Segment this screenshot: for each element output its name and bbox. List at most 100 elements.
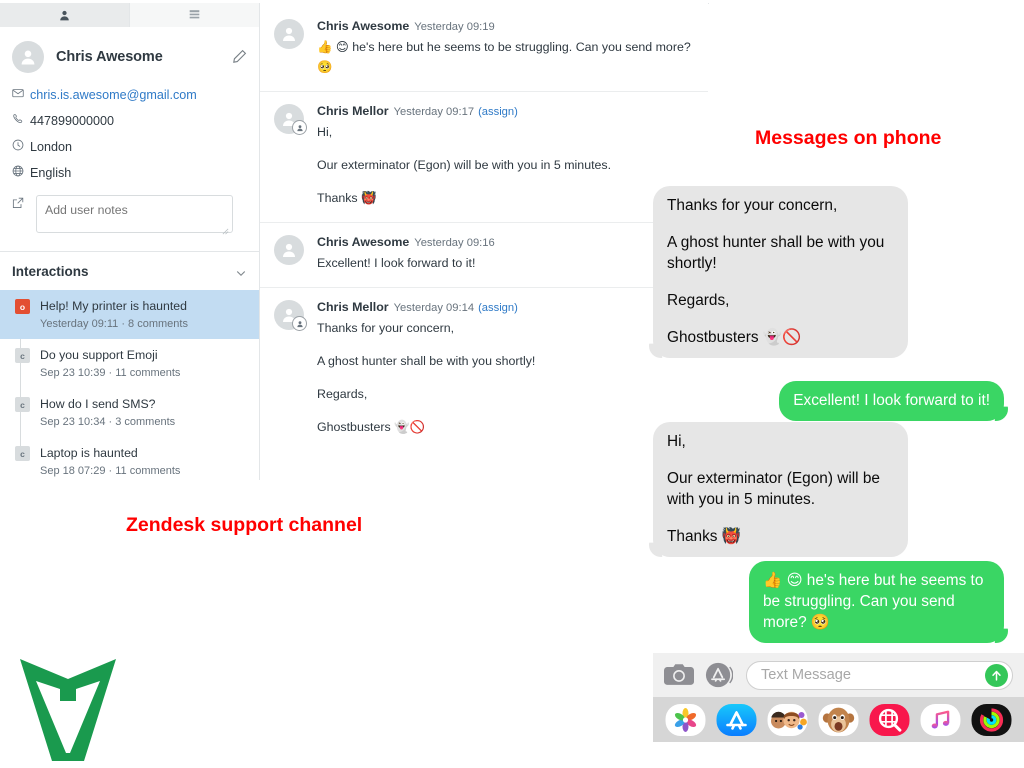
- external-link-icon: [12, 195, 30, 209]
- language-value: English: [30, 166, 72, 180]
- message: Chris Mellor Yesterday 09:14 (assign) Thank…: [260, 288, 708, 451]
- message-body: Chris Awesome Yesterday 09:19 👍 😊 he's her…: [317, 19, 694, 77]
- status-badge: o: [15, 299, 30, 314]
- message-author: Chris Mellor: [317, 300, 389, 314]
- photos-app-icon[interactable]: [663, 703, 708, 736]
- interactions-title: Interactions: [12, 264, 89, 279]
- music-app-icon[interactable]: [918, 703, 963, 736]
- interaction-meta: Sep 23 10:39 · 11 comments: [40, 367, 181, 379]
- user-field-phone: 447899000000: [0, 109, 259, 135]
- message-text-field[interactable]: Text Message: [746, 660, 1013, 690]
- user-sidebar: Chris Awesome chris.is.awesome@gmail.com…: [0, 27, 260, 480]
- bubble-line: Thanks 👹: [667, 528, 741, 545]
- pencil-icon[interactable]: [231, 49, 247, 65]
- memoji-app-icon[interactable]: [765, 703, 810, 736]
- outgoing-message-bubble[interactable]: Excellent! I look forward to it!: [779, 381, 1008, 421]
- email-value[interactable]: chris.is.awesome@gmail.com: [30, 85, 197, 106]
- envelope-icon: [12, 85, 30, 99]
- interaction-meta: Yesterday 09:11 · 8 comments: [40, 318, 188, 330]
- user-field-language: English: [0, 161, 259, 187]
- interaction-title: Laptop is haunted: [40, 446, 138, 460]
- message-placeholder: Text Message: [761, 667, 852, 683]
- message-timestamp: Yesterday 09:16: [414, 237, 495, 249]
- chevron-down-icon[interactable]: [235, 266, 247, 278]
- bubble-line: A ghost hunter shall be with you shortly…: [667, 234, 885, 272]
- agent-badge-icon: [292, 120, 307, 135]
- activity-app-icon[interactable]: [969, 703, 1014, 736]
- status-badge: c: [15, 397, 30, 412]
- message-body: Chris Mellor Yesterday 09:14 (assign) Thank…: [317, 300, 694, 437]
- page-title: Chris Awesome: [56, 49, 163, 65]
- interaction-text: How do I send SMS? Sep 23 10:34 · 3 comme…: [40, 395, 175, 430]
- message-author: Chris Awesome: [317, 235, 410, 249]
- message: Chris Awesome Yesterday 09:19 👍 😊 he's her…: [260, 3, 708, 92]
- message-timestamp: Yesterday 09:17: [393, 106, 475, 118]
- avatar: [274, 300, 307, 331]
- incoming-message-bubble[interactable]: Thanks for your concern, A ghost hunter s…: [649, 186, 908, 358]
- interaction-text: Laptop is haunted Sep 18 07:29 · 11 comme…: [40, 444, 180, 479]
- message-line: A ghost hunter shall be with you shortly…: [317, 354, 536, 368]
- message-line: Thanks 👹: [317, 191, 377, 205]
- interaction-title: Help! My printer is haunted: [40, 299, 187, 313]
- user-header: Chris Awesome: [0, 27, 259, 83]
- interaction-text: Help! My printer is haunted Yesterday 09:…: [40, 297, 188, 332]
- interaction-meta: Sep 23 10:34 · 3 comments: [40, 416, 176, 428]
- camera-icon[interactable]: [664, 663, 694, 687]
- user-field-notes: [0, 193, 259, 240]
- interaction-item[interactable]: c Do you support Emoji Sep 23 10:39 · 11 c…: [0, 339, 259, 388]
- phone-value: 447899000000: [30, 114, 115, 128]
- avatar: [274, 19, 304, 49]
- images-search-app-icon[interactable]: [867, 703, 912, 736]
- message-author: Chris Mellor: [317, 104, 389, 118]
- status-badge: c: [15, 446, 30, 461]
- message-input-bar: Text Message: [653, 653, 1024, 697]
- interaction-item[interactable]: c Laptop is haunted Sep 18 07:29 · 11 comm…: [0, 437, 259, 486]
- app-store-app-icon[interactable]: [714, 703, 759, 736]
- incoming-message-bubble[interactable]: Hi, Our exterminator (Egon) will be with …: [649, 422, 908, 557]
- message-line: Regards,: [317, 387, 368, 401]
- user-notes-input[interactable]: [36, 195, 233, 233]
- message-timestamp: Yesterday 09:14: [393, 302, 475, 314]
- send-arrow-icon[interactable]: [985, 663, 1008, 687]
- sidebar-tabs: [0, 3, 260, 28]
- interaction-title: How do I send SMS?: [40, 397, 156, 411]
- assign-link[interactable]: (assign): [478, 302, 518, 314]
- avatar: [12, 41, 44, 73]
- zendesk-panel: Chris Awesome chris.is.awesome@gmail.com…: [0, 0, 709, 480]
- avatar: [274, 104, 307, 135]
- message-line: 👍 😊 he's here but he seems to be struggl…: [317, 40, 691, 74]
- outgoing-message-bubble[interactable]: 👍 😊 he's here but he seems to be struggl…: [749, 561, 1008, 643]
- bubble-line: Hi,: [667, 433, 686, 450]
- interaction-meta: Sep 18 07:29 · 11 comments: [40, 465, 181, 477]
- bubble-tail-icon: [647, 537, 667, 557]
- message-line: Excellent! I look forward to it!: [317, 256, 476, 270]
- user-field-email: chris.is.awesome@gmail.com: [0, 83, 259, 109]
- apps-tab[interactable]: [130, 3, 260, 27]
- message-header: Chris Mellor Yesterday 09:14 (assign): [317, 300, 694, 315]
- phone-icon: [12, 111, 30, 125]
- user-tab[interactable]: [0, 3, 130, 27]
- interaction-item[interactable]: c How do I send SMS? Sep 23 10:34 · 3 comm…: [0, 388, 259, 437]
- annotation-zendesk: Zendesk support channel: [126, 514, 363, 536]
- message-header: Chris Awesome Yesterday 09:19: [317, 19, 694, 34]
- user-notes-wrapper: [30, 195, 233, 238]
- v-logo: [20, 659, 116, 761]
- bubble-line: Excellent! I look forward to it!: [793, 392, 990, 409]
- message-header: Chris Awesome Yesterday 09:16: [317, 235, 694, 250]
- conversation-thread[interactable]: Chris Awesome Yesterday 09:19 👍 😊 he's her…: [260, 3, 708, 480]
- app-store-icon[interactable]: [705, 661, 734, 689]
- message-body: Chris Mellor Yesterday 09:17 (assign) Hi, Ou…: [317, 104, 694, 208]
- assign-link[interactable]: (assign): [478, 106, 518, 118]
- animoji-app-icon[interactable]: [816, 703, 861, 736]
- phone-messages-panel: Thanks for your concern, A ghost hunter s…: [649, 186, 1024, 742]
- message: Chris Mellor Yesterday 09:17 (assign) Hi, Ou…: [260, 92, 708, 223]
- bubble-line: Thanks for your concern,: [667, 197, 838, 214]
- interactions-list: o Help! My printer is haunted Yesterday 09…: [0, 290, 259, 486]
- app-drawer: [653, 697, 1024, 742]
- status-badge: c: [15, 348, 30, 363]
- interaction-item[interactable]: o Help! My printer is haunted Yesterday 09…: [0, 290, 259, 339]
- interaction-title: Do you support Emoji: [40, 348, 158, 362]
- bubble-line: Regards,: [667, 292, 730, 309]
- message-line: Ghostbusters 👻🚫: [317, 420, 425, 434]
- bubble-tail-icon: [647, 338, 667, 358]
